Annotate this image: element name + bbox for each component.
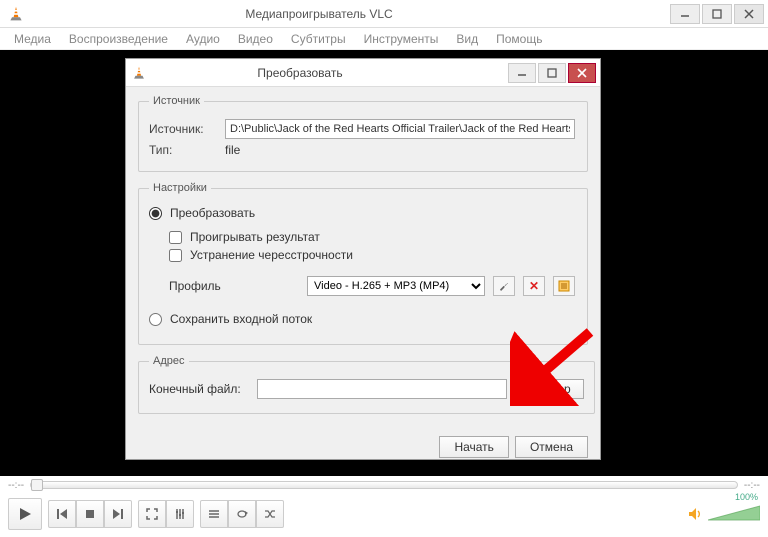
main-title: Медиапроигрыватель VLC [30,7,668,21]
profile-select[interactable]: Video - H.265 + MP3 (MP4) [307,276,485,296]
menu-bar: Медиа Воспроизведение Аудио Видео Субтит… [0,28,768,50]
source-input[interactable] [225,119,575,139]
cancel-button[interactable]: Отмена [515,436,588,458]
delete-icon: ✕ [529,279,539,293]
volume-control[interactable]: 100% [688,504,760,525]
dialog-vlc-icon [132,66,146,80]
playlist-icon [208,508,220,520]
next-icon [112,508,124,520]
new-profile-icon [558,280,570,292]
dialog-title: Преобразовать [152,66,508,80]
checkbox-deinterlace[interactable] [169,249,182,262]
main-maximize-button[interactable] [702,4,732,24]
prev-icon [56,508,68,520]
play-button[interactable] [8,498,42,530]
browse-button[interactable]: Обзор [523,379,584,399]
profile-edit-button[interactable] [493,276,515,296]
menu-help[interactable]: Помощь [488,30,550,48]
source-group: Источник Источник: Тип: file [138,95,588,172]
play-icon [18,507,32,521]
type-value: file [225,143,240,157]
checkbox-play-result-label: Проигрывать результат [190,230,320,244]
menu-audio[interactable]: Аудио [178,30,228,48]
playlist-button[interactable] [200,500,228,528]
fullscreen-icon [146,508,158,520]
speaker-icon [688,507,704,521]
seek-track[interactable] [30,481,738,489]
wrench-icon [498,280,510,292]
main-titlebar: Медиапроигрыватель VLC [0,0,768,28]
menu-video[interactable]: Видео [230,30,281,48]
menu-tools[interactable]: Инструменты [356,30,447,48]
menu-media[interactable]: Медиа [6,30,59,48]
seek-bar-row: --:-- --:-- [0,476,768,494]
radio-convert-label: Преобразовать [170,206,255,220]
start-button[interactable]: Начать [439,436,509,458]
settings-group: Настройки Преобразовать Проигрывать резу… [138,182,588,345]
type-label: Тип: [149,143,217,157]
dialog-titlebar: Преобразовать [126,59,600,87]
profile-new-button[interactable] [553,276,575,296]
loop-button[interactable] [228,500,256,528]
destination-group: Адрес Конечный файл: Обзор [138,355,595,414]
playback-controls: 100% [0,494,768,534]
checkbox-play-result[interactable] [169,231,182,244]
convert-dialog: Преобразовать Источник Источник: Тип: fi… [125,58,601,460]
profile-label: Профиль [169,279,299,293]
time-elapsed: --:-- [8,480,24,491]
next-button[interactable] [104,500,132,528]
loop-icon [236,508,248,520]
time-total: --:-- [744,480,760,491]
settings-group-label: Настройки [149,182,211,194]
destination-input[interactable] [257,379,507,399]
dialog-close-button[interactable] [568,63,596,83]
profile-delete-button[interactable]: ✕ [523,276,545,296]
source-group-label: Источник [149,95,204,107]
radio-convert[interactable] [149,207,162,220]
vlc-logo-icon [8,6,24,22]
shuffle-icon [264,508,276,520]
radio-save-stream[interactable] [149,313,162,326]
destination-label: Конечный файл: [149,382,249,396]
ext-settings-button[interactable] [166,500,194,528]
volume-slider[interactable] [708,504,760,522]
video-area: Преобразовать Источник Источник: Тип: fi… [0,50,768,476]
source-label: Источник: [149,122,217,136]
shuffle-button[interactable] [256,500,284,528]
destination-group-label: Адрес [149,355,189,367]
menu-subtitles[interactable]: Субтитры [283,30,354,48]
menu-playback[interactable]: Воспроизведение [61,30,176,48]
checkbox-deinterlace-label: Устранение чересстрочности [190,248,353,262]
dialog-minimize-button[interactable] [508,63,536,83]
stop-icon [84,508,96,520]
equalizer-icon [174,508,186,520]
main-close-button[interactable] [734,4,764,24]
seek-thumb[interactable] [31,479,43,491]
stop-button[interactable] [76,500,104,528]
main-minimize-button[interactable] [670,4,700,24]
radio-save-stream-label: Сохранить входной поток [170,312,312,326]
volume-percent: 100% [735,492,758,502]
prev-button[interactable] [48,500,76,528]
fullscreen-button[interactable] [138,500,166,528]
menu-view[interactable]: Вид [448,30,486,48]
dialog-maximize-button[interactable] [538,63,566,83]
